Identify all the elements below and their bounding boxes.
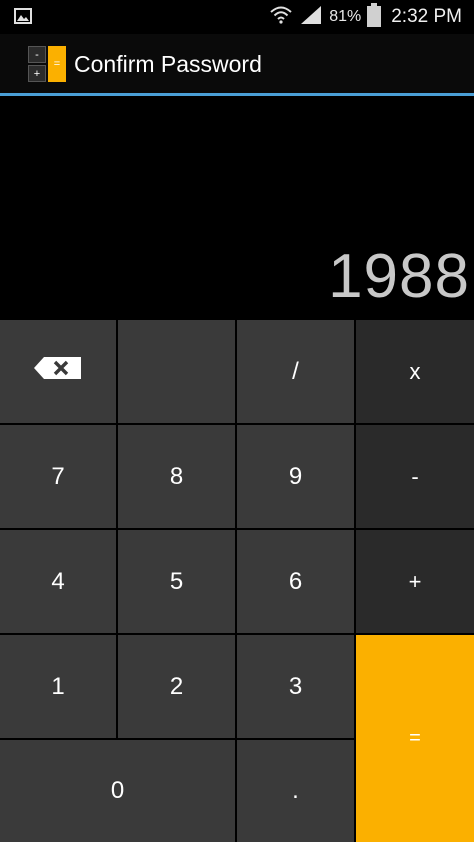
plus-button[interactable]: + [356, 530, 474, 633]
signal-bars-icon [299, 4, 323, 31]
minus-label: - [411, 463, 419, 489]
digit-6-label: 6 [288, 567, 303, 595]
multiply-button[interactable]: x [356, 320, 474, 423]
digit-1-label: 1 [51, 672, 65, 700]
clock-time: 2:32 PM [391, 6, 462, 27]
digit-7-button[interactable]: 7 [0, 425, 116, 528]
minus-button[interactable]: - [356, 425, 474, 528]
equals-button[interactable]: = [356, 635, 474, 842]
divide-label: / [292, 357, 299, 385]
digit-4-label: 4 [51, 567, 65, 595]
digit-5-button[interactable]: 5 [118, 530, 235, 633]
wifi-icon [269, 4, 293, 31]
calculator-app-icon[interactable]: - + = [28, 46, 66, 82]
digit-5-label: 5 [169, 567, 184, 595]
app-icon-minus: - [28, 46, 46, 63]
digit-2-label: 2 [169, 672, 184, 700]
app-icon-equals: = [48, 46, 66, 82]
digit-9-label: 9 [288, 462, 303, 490]
digit-1-button[interactable]: 1 [0, 635, 116, 738]
plus-label: + [408, 568, 422, 594]
display-value: 1988 [328, 242, 470, 311]
digit-0-button[interactable]: 0 [0, 740, 235, 842]
digit-8-label: 8 [169, 462, 184, 490]
decimal-label: . [292, 777, 299, 804]
divide-button[interactable]: / [237, 320, 354, 423]
page-title: Confirm Password [74, 51, 262, 77]
digit-4-button[interactable]: 4 [0, 530, 116, 633]
decimal-button[interactable]: . [237, 740, 354, 842]
battery-icon [367, 2, 382, 32]
backspace-icon [34, 356, 82, 387]
multiply-label: x [409, 358, 421, 384]
action-bar: - + = Confirm Password [0, 34, 474, 94]
digit-3-label: 3 [288, 672, 303, 700]
digit-3-button[interactable]: 3 [237, 635, 354, 738]
keypad: / x 7 8 9 - 4 5 6 + 1 2 3 = 0 . [0, 320, 474, 842]
image-icon [14, 8, 32, 29]
app-icon-plus: + [28, 65, 46, 82]
status-icons: 81% 2:32 PM [269, 0, 462, 34]
digit-9-button[interactable]: 9 [237, 425, 354, 528]
digit-7-label: 7 [51, 462, 65, 490]
digit-2-button[interactable]: 2 [118, 635, 235, 738]
calculator-display: 1988 [0, 96, 474, 320]
digit-8-button[interactable]: 8 [118, 425, 235, 528]
screen: 81% 2:32 PM - + = Confirm Password 1988 [0, 0, 474, 842]
blank-key[interactable] [118, 320, 235, 423]
digit-6-button[interactable]: 6 [237, 530, 354, 633]
digit-0-label: 0 [110, 777, 125, 804]
battery-percent: 81% [329, 8, 362, 25]
equals-label: = [409, 727, 421, 749]
status-bar: 81% 2:32 PM [0, 0, 474, 34]
backspace-button[interactable] [0, 320, 116, 423]
